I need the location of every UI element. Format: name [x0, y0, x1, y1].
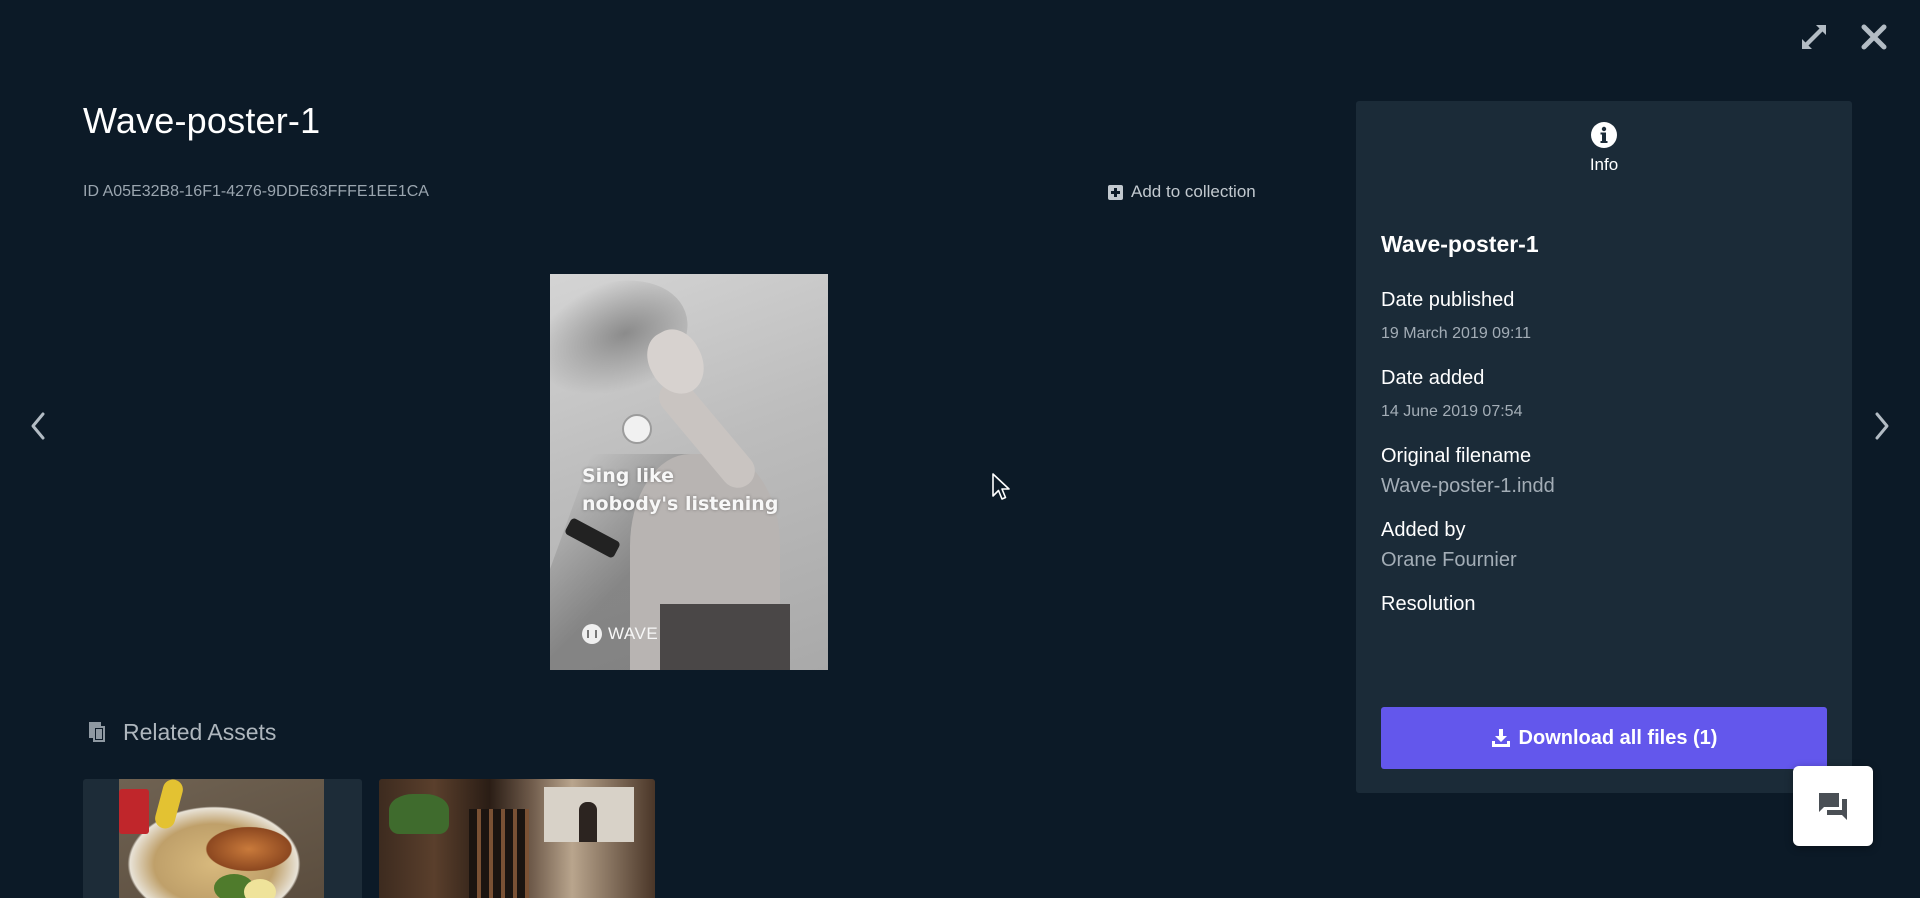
download-icon — [1491, 729, 1510, 747]
poster-figure-pants — [660, 604, 790, 670]
tab-info[interactable]: Info — [1356, 121, 1852, 175]
field-label: Date published — [1381, 289, 1515, 311]
field-date-published: Date published 19 March 2019 09:11 — [1381, 288, 1827, 346]
field-value: 14 June 2019 07:54 — [1381, 403, 1523, 420]
related-assets-header: Related Assets — [85, 718, 276, 746]
plus-square-icon — [1108, 184, 1123, 200]
mouse-cursor-icon — [992, 473, 1010, 500]
asset-preview-image[interactable]: Sing like nobody's listening WAVE — [550, 274, 828, 670]
field-label: Date added — [1381, 367, 1485, 389]
thumb-window — [544, 787, 634, 842]
related-assets-title: Related Assets — [123, 718, 277, 745]
chevron-left-icon — [31, 412, 45, 440]
poster-tagline: Sing like nobody's listening — [582, 462, 778, 518]
field-date-added: Date added 14 June 2019 07:54 — [1381, 366, 1827, 424]
thumb-can — [119, 789, 149, 834]
field-value: Orane Fournier — [1381, 549, 1517, 571]
wave-logo: WAVE — [582, 624, 658, 644]
related-asset-card[interactable] — [83, 779, 362, 898]
chevron-right-icon — [1875, 412, 1889, 440]
info-title: Wave-poster-1 — [1381, 231, 1539, 257]
copy-files-icon — [89, 722, 105, 742]
thumb-lemon — [244, 879, 276, 898]
field-original-filename: Original filename Wave-poster-1.indd — [1381, 444, 1827, 498]
chat-widget-button[interactable] — [1793, 766, 1873, 846]
asset-id: ID A05E32B8-16F1-4276-9DDE63FFFE1EE1CA — [83, 183, 429, 200]
download-all-files-label: Download all files (1) — [1518, 726, 1718, 749]
poster-headphone — [622, 414, 652, 444]
close-icon[interactable] — [1857, 20, 1891, 54]
next-asset-button[interactable] — [1867, 406, 1897, 446]
add-to-collection-label: Add to collection — [1131, 182, 1256, 201]
thumb-plants — [389, 794, 449, 834]
field-label: Resolution — [1381, 593, 1476, 615]
related-asset-thumbnail — [379, 779, 655, 898]
poster-tagline-line2: nobody's listening — [582, 493, 779, 515]
thumb-banana — [152, 779, 186, 831]
field-resolution: Resolution — [1381, 592, 1827, 616]
wave-logo-mark — [582, 624, 602, 644]
info-panel: Info Wave-poster-1 Date published 19 Mar… — [1356, 101, 1852, 793]
asset-viewer: Wave-poster-1 ID A05E32B8-16F1-4276-9DDE… — [0, 0, 1920, 898]
expand-icon[interactable] — [1797, 20, 1831, 54]
field-value: Wave-poster-1.indd — [1381, 475, 1555, 497]
field-label: Original filename — [1381, 445, 1532, 467]
field-label: Added by — [1381, 519, 1466, 541]
field-value: 19 March 2019 09:11 — [1381, 325, 1532, 342]
wave-logo-text: WAVE — [608, 624, 659, 643]
field-added-by: Added by Orane Fournier — [1381, 518, 1827, 572]
download-all-files-button[interactable]: Download all files (1) — [1381, 707, 1827, 769]
related-asset-card[interactable] — [379, 779, 655, 898]
previous-asset-button[interactable] — [23, 406, 53, 446]
chat-icon — [1819, 793, 1847, 820]
thumb-shelves — [469, 809, 529, 898]
info-details: Wave-poster-1 Date published 19 March 20… — [1381, 231, 1827, 636]
add-to-collection-button[interactable]: Add to collection — [1108, 182, 1256, 202]
poster-tagline-line1: Sing like — [582, 465, 674, 487]
info-icon — [1591, 122, 1617, 148]
tab-info-label: Info — [1589, 155, 1619, 174]
related-asset-thumbnail — [119, 779, 324, 898]
page-title: Wave-poster-1 — [83, 100, 321, 141]
